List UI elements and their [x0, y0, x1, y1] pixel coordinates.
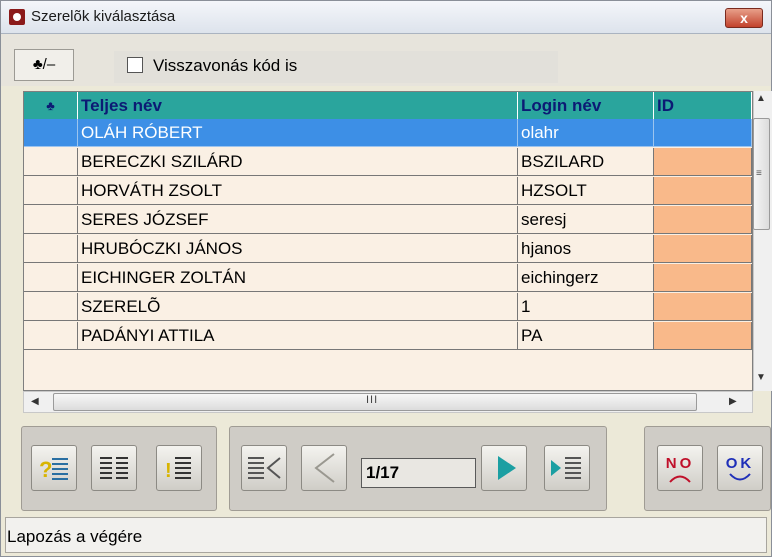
table-row[interactable]: SERES JÓZSEF seresj [24, 206, 752, 235]
last-page-icon [551, 457, 581, 479]
list-icon [100, 457, 128, 479]
row-selector-cell[interactable] [24, 119, 78, 147]
svg-text:!: ! [165, 460, 172, 482]
cell-name[interactable]: BERECZKI SZILÁRD [78, 148, 518, 176]
cell-login[interactable]: hjanos [518, 235, 654, 263]
row-selector-cell[interactable] [24, 235, 78, 263]
cell-login[interactable]: seresj [518, 206, 654, 234]
dialog-window: Szerelõk kiválasztása x ♣/– Visszavonás … [0, 0, 772, 557]
smile-face-icon: OK [726, 455, 755, 481]
fitters-table: ♣ Teljes név Login név ID OLÁH RÓBERT ola… [23, 91, 753, 391]
cell-name[interactable]: PADÁNYI ATTILA [78, 322, 518, 350]
scroll-down-icon[interactable]: ▼ [756, 372, 766, 383]
cell-name[interactable]: SERES JÓZSEF [78, 206, 518, 234]
first-page-icon [248, 457, 281, 479]
svg-text:?: ? [39, 457, 52, 482]
table-row[interactable]: SZERELÕ 1 [24, 293, 752, 322]
app-icon [9, 9, 25, 25]
cell-login[interactable]: HZSOLT [518, 177, 654, 205]
column-header-id[interactable]: ID [654, 92, 752, 119]
filter-list-icon: ! [165, 457, 191, 482]
column-header-login[interactable]: Login név [518, 92, 654, 119]
search-list-icon: ? [39, 457, 68, 482]
no-label: NO [666, 455, 695, 472]
cell-id[interactable] [654, 322, 752, 350]
row-selector-cell[interactable] [24, 177, 78, 205]
table-row[interactable]: HRUBÓCZKI JÁNOS hjanos [24, 235, 752, 264]
cancel-button[interactable]: NO [657, 445, 703, 491]
status-text: Lapozás a végére [7, 527, 143, 546]
scroll-left-icon[interactable]: ◀ [31, 396, 39, 407]
scroll-right-icon[interactable]: ▶ [729, 396, 737, 407]
window-title: Szerelõk kiválasztása [31, 8, 176, 25]
cell-id[interactable] [654, 177, 752, 205]
row-selector-cell[interactable] [24, 322, 78, 350]
table-row[interactable]: BERECZKI SZILÁRD BSZILARD [24, 148, 752, 177]
cell-name[interactable]: OLÁH RÓBERT [78, 119, 518, 147]
page-number-input[interactable]: 1/17 [361, 458, 476, 488]
revoke-code-label[interactable]: Visszavonás kód is [153, 56, 297, 76]
cell-id[interactable] [654, 206, 752, 234]
table-row[interactable]: OLÁH RÓBERT olahr [24, 119, 752, 148]
row-selector-cell[interactable] [24, 264, 78, 292]
search-list-button[interactable]: ? [31, 445, 77, 491]
column-header-full-name[interactable]: Teljes név [78, 92, 518, 119]
cell-id[interactable] [654, 264, 752, 292]
previous-icon [314, 453, 335, 483]
cell-id[interactable] [654, 293, 752, 321]
table-row[interactable]: HORVÁTH ZSOLT HZSOLT [24, 177, 752, 206]
table-row[interactable]: PADÁNYI ATTILA PA [24, 322, 752, 351]
row-selector-cell[interactable] [24, 293, 78, 321]
filter-list-button[interactable]: ! [156, 445, 202, 491]
cell-id[interactable] [654, 148, 752, 176]
full-list-button[interactable] [91, 445, 137, 491]
scroll-grip-icon: III [366, 394, 379, 406]
cell-login[interactable]: BSZILARD [518, 148, 654, 176]
column-header-select[interactable]: ♣ [24, 92, 78, 119]
cell-name[interactable]: EICHINGER ZOLTÁN [78, 264, 518, 292]
toggle-select-button[interactable]: ♣/– [14, 49, 74, 81]
cell-id[interactable] [654, 235, 752, 263]
previous-page-button[interactable] [301, 445, 347, 491]
sad-face-icon: NO [666, 455, 695, 483]
scroll-grip-icon: ≡ [756, 168, 762, 179]
scroll-up-icon[interactable]: ▲ [756, 93, 766, 104]
first-page-button[interactable] [241, 445, 287, 491]
cell-id[interactable] [654, 119, 752, 147]
close-button[interactable]: x [725, 8, 763, 28]
cell-login[interactable]: eichingerz [518, 264, 654, 292]
last-page-button[interactable] [544, 445, 590, 491]
cell-login[interactable]: olahr [518, 119, 654, 147]
cell-login[interactable]: 1 [518, 293, 654, 321]
ok-button[interactable]: OK [717, 445, 763, 491]
cell-name[interactable]: SZERELÕ [78, 293, 518, 321]
revoke-code-checkbox[interactable] [127, 57, 143, 73]
cell-name[interactable]: HORVÁTH ZSOLT [78, 177, 518, 205]
next-page-button[interactable] [481, 445, 527, 491]
row-selector-cell[interactable] [24, 148, 78, 176]
club-icon: ♣ [46, 98, 55, 113]
table-row[interactable]: EICHINGER ZOLTÁN eichingerz [24, 264, 752, 293]
row-selector-cell[interactable] [24, 206, 78, 234]
ok-label: OK [726, 455, 755, 472]
cell-login[interactable]: PA [518, 322, 654, 350]
next-icon [498, 456, 516, 480]
cell-name[interactable]: HRUBÓCZKI JÁNOS [78, 235, 518, 263]
